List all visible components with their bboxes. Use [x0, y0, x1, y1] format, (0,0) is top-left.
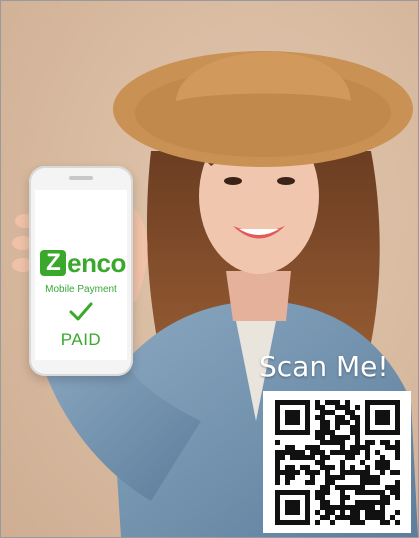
check-icon [69, 302, 93, 321]
qr-finder-center [375, 410, 390, 425]
zenco-logo: Zenco [39, 246, 127, 280]
photo-frame: Zenco Mobile Payment PAID Scan Me! [0, 0, 419, 538]
neck [226, 271, 291, 321]
brand-text: enco [67, 248, 126, 278]
qr-finder-center [285, 500, 300, 515]
left-eye [224, 177, 242, 185]
phone-screen: Zenco Mobile Payment PAID [35, 190, 127, 360]
paid-status: PAID [60, 330, 102, 349]
right-eye [277, 177, 295, 185]
phone-speaker [69, 176, 93, 180]
qr-panel: Scan Me! [259, 347, 415, 535]
qr-code-icon[interactable] [263, 391, 411, 533]
smartphone: Zenco Mobile Payment PAID [29, 166, 133, 376]
qr-finder-center [285, 410, 300, 425]
payment-subtitle: Mobile Payment [45, 284, 117, 295]
scan-me-label: Scan Me! [259, 350, 389, 383]
